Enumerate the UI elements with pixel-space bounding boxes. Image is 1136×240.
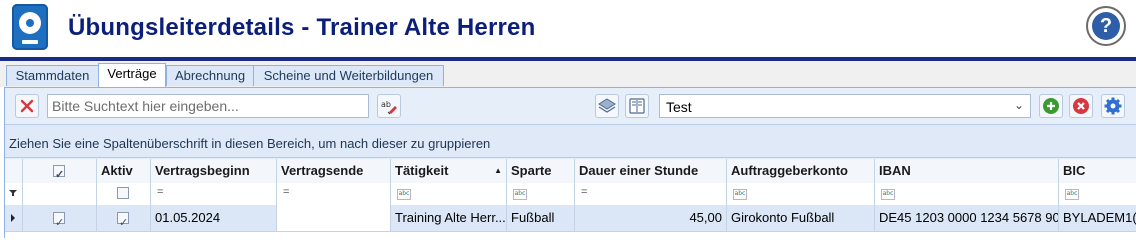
column-header-auftraggeberkonto[interactable]: Auftraggeberkonto bbox=[727, 159, 875, 183]
row-iban[interactable]: DE45 1203 0000 1234 5678 90 bbox=[875, 205, 1059, 231]
filter-cell-vertragsende[interactable]: = bbox=[277, 183, 391, 205]
row-vertragsbeginn[interactable]: 01.05.2024 bbox=[151, 205, 277, 231]
contracts-pane: ab Test ⌄ bbox=[4, 87, 1136, 239]
column-header-vertragsende[interactable]: Vertragsende bbox=[277, 159, 391, 183]
sort-ascending-icon: ▲ bbox=[494, 166, 502, 175]
filter-icon bbox=[9, 190, 17, 196]
row-aktiv-cell[interactable] bbox=[97, 205, 151, 231]
gear-icon bbox=[1104, 97, 1122, 115]
text-filter-icon: abc bbox=[513, 189, 527, 200]
column-header-dauer[interactable]: Dauer einer Stunde bbox=[575, 159, 727, 183]
spellcheck-icon: ab bbox=[381, 100, 397, 115]
row-auftraggeberkonto[interactable]: Girokonto Fußball bbox=[727, 205, 875, 231]
book-icon bbox=[629, 98, 645, 114]
spellcheck-button[interactable]: ab bbox=[377, 94, 401, 118]
disc-icon bbox=[12, 4, 48, 50]
filter-cell-aktiv[interactable] bbox=[97, 183, 151, 205]
row-pointer-icon bbox=[11, 214, 15, 222]
selection-combo[interactable]: Test ⌄ bbox=[659, 94, 1031, 118]
column-header-aktiv[interactable]: Aktiv bbox=[97, 159, 151, 183]
row-indicator-header bbox=[5, 159, 23, 183]
column-header-iban[interactable]: IBAN bbox=[875, 159, 1059, 183]
row-taetigkeit[interactable]: Training Alte Herr... bbox=[391, 205, 507, 231]
text-filter-icon: abc bbox=[881, 189, 895, 200]
column-header-vertragsbeginn[interactable]: Vertragsbeginn bbox=[151, 159, 277, 183]
filter-equal-icon: = bbox=[581, 186, 588, 198]
help-button[interactable]: ? bbox=[1086, 6, 1126, 46]
filter-equal-icon: = bbox=[283, 186, 290, 198]
tab-stammdaten[interactable]: Stammdaten bbox=[6, 65, 99, 86]
group-by-panel[interactable]: Ziehen Sie eine Spaltenüberschrift in di… bbox=[5, 125, 1136, 158]
row-aktiv-checkbox[interactable] bbox=[117, 210, 129, 231]
text-filter-icon: abc bbox=[733, 189, 747, 200]
plus-icon bbox=[1043, 98, 1059, 114]
tab-abrechnung[interactable]: Abrechnung bbox=[166, 65, 254, 86]
tab-bar: Stammdaten Verträge Abrechnung Scheine u… bbox=[0, 61, 1136, 87]
filter-row-indicator bbox=[5, 183, 23, 205]
layers-button[interactable] bbox=[595, 94, 619, 118]
filter-cell-sparte[interactable]: abc bbox=[507, 183, 575, 205]
filter-aktiv-checkbox[interactable] bbox=[117, 187, 129, 199]
page-title: Übungsleiterdetails - Trainer Alte Herre… bbox=[68, 14, 536, 41]
filter-cell-select[interactable] bbox=[23, 183, 97, 205]
header: Übungsleiterdetails - Trainer Alte Herre… bbox=[0, 0, 1136, 57]
select-all-header[interactable] bbox=[23, 159, 97, 183]
combo-value: Test bbox=[666, 99, 692, 115]
column-header-sparte[interactable]: Sparte bbox=[507, 159, 575, 183]
add-button[interactable] bbox=[1039, 94, 1063, 118]
row-pointer-cell bbox=[5, 205, 23, 231]
close-icon bbox=[20, 99, 34, 113]
layers-icon bbox=[598, 98, 616, 113]
row-select-checkbox[interactable] bbox=[53, 210, 65, 231]
text-filter-icon: abc bbox=[397, 189, 411, 200]
tab-vertraege[interactable]: Verträge bbox=[98, 63, 166, 87]
toolbar: ab Test ⌄ bbox=[5, 88, 1136, 125]
column-label-taetigkeit: Tätigkeit bbox=[395, 163, 449, 178]
filter-cell-taetigkeit[interactable]: abc bbox=[391, 183, 507, 205]
column-header-bic[interactable]: BIC bbox=[1059, 159, 1136, 183]
row-bic[interactable]: BYLADEM1( bbox=[1059, 205, 1136, 231]
chevron-down-icon: ⌄ bbox=[1013, 98, 1024, 112]
clear-search-button[interactable] bbox=[15, 94, 39, 118]
filter-cell-vertragsbeginn[interactable]: = bbox=[151, 183, 277, 205]
row-dauer[interactable]: 45,00 bbox=[575, 205, 727, 231]
table-row[interactable]: 01.05.2024 Training Alte Herr... Fußball… bbox=[5, 205, 1136, 232]
row-sparte[interactable]: Fußball bbox=[507, 205, 575, 231]
filter-equal-icon: = bbox=[157, 186, 164, 198]
row-select-cell[interactable] bbox=[23, 205, 97, 231]
filter-cell-bic[interactable]: abc bbox=[1059, 183, 1136, 205]
search-input[interactable] bbox=[47, 94, 369, 118]
text-filter-icon: abc bbox=[1065, 189, 1079, 200]
contracts-grid: Aktiv Vertragsbeginn Vertragsende Tätigk… bbox=[5, 159, 1136, 239]
filter-cell-auftraggeberkonto[interactable]: abc bbox=[727, 183, 875, 205]
select-all-checkbox[interactable] bbox=[53, 163, 65, 183]
remove-icon bbox=[1073, 98, 1089, 114]
book-button[interactable] bbox=[625, 94, 649, 118]
filter-cell-iban[interactable]: abc bbox=[875, 183, 1059, 205]
grid-header-row: Aktiv Vertragsbeginn Vertragsende Tätigk… bbox=[5, 159, 1136, 184]
settings-button[interactable] bbox=[1101, 94, 1125, 118]
row-vertragsende[interactable] bbox=[277, 205, 391, 231]
remove-button[interactable] bbox=[1069, 94, 1093, 118]
help-icon: ? bbox=[1092, 12, 1120, 40]
filter-cell-dauer[interactable]: = bbox=[575, 183, 727, 205]
svg-text:ab: ab bbox=[381, 100, 391, 109]
column-header-taetigkeit[interactable]: Tätigkeit ▲ bbox=[391, 159, 507, 183]
grid-filter-row: = = abc abc = abc abc abc bbox=[5, 183, 1136, 206]
tab-scheine[interactable]: Scheine und Weiterbildungen bbox=[253, 65, 444, 86]
